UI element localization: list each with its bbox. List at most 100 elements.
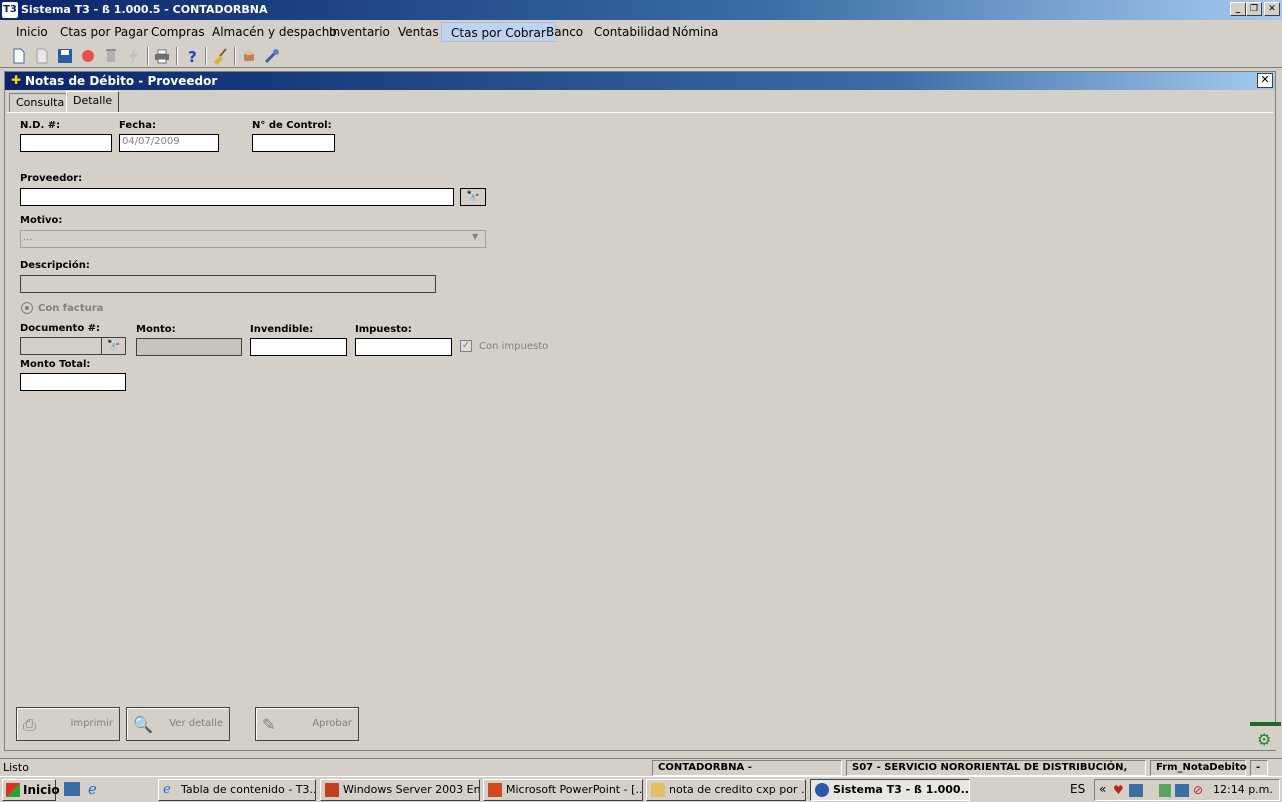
menu-banco[interactable]: Banco bbox=[537, 22, 592, 42]
con-impuesto-label: Con impuesto bbox=[479, 341, 549, 352]
status-text: Listo bbox=[3, 761, 29, 774]
aprobar-button[interactable]: ✎ Aprobar bbox=[255, 707, 359, 741]
language-indicator[interactable]: ES bbox=[1070, 782, 1085, 796]
taskbar-item-label: Tabla de contenido - T3... bbox=[181, 783, 316, 796]
save-icon[interactable] bbox=[56, 47, 74, 65]
ver-detalle-label: Ver detalle bbox=[169, 718, 223, 729]
aprobar-label: Aprobar bbox=[312, 718, 352, 729]
tray-expand-icon[interactable]: « bbox=[1099, 782, 1106, 796]
descripcion-input[interactable] bbox=[20, 275, 436, 293]
invendible-input[interactable] bbox=[250, 338, 347, 356]
tray-security-icon[interactable] bbox=[1159, 784, 1171, 797]
magnifier-icon: 🔍 bbox=[133, 715, 153, 734]
documento-input[interactable] bbox=[20, 337, 102, 355]
internet-explorer-icon[interactable]: ℯ bbox=[88, 780, 97, 798]
descripcion-label: Descripción: bbox=[20, 260, 90, 271]
menu-ventas[interactable]: Ventas bbox=[389, 22, 448, 42]
proveedor-search-button[interactable]: 🔭 bbox=[460, 188, 486, 206]
record-icon[interactable] bbox=[79, 47, 97, 65]
start-button[interactable]: Inicio bbox=[2, 779, 60, 801]
nd-label: N.D. #: bbox=[20, 120, 61, 131]
tray-app-icon[interactable]: ♥ bbox=[1113, 783, 1124, 797]
sistema-t3-icon bbox=[815, 783, 829, 797]
con-factura-radio[interactable] bbox=[21, 302, 33, 314]
binoculars-icon: 🔭 bbox=[106, 339, 121, 352]
menu-inventario[interactable]: Inventario bbox=[320, 22, 399, 42]
tab-detalle[interactable]: Detalle bbox=[66, 91, 120, 112]
ver-detalle-button[interactable]: 🔍 Ver detalle bbox=[126, 707, 230, 741]
nd-input[interactable] bbox=[20, 134, 112, 152]
documento-label: Documento #: bbox=[20, 323, 101, 334]
internet-explorer-icon: ℯ bbox=[163, 782, 171, 797]
toolbar: ? bbox=[0, 44, 1282, 68]
print-icon[interactable] bbox=[153, 47, 171, 65]
impuesto-input[interactable] bbox=[355, 338, 452, 356]
broom-icon[interactable] bbox=[211, 47, 229, 65]
windows-logo-icon bbox=[6, 783, 20, 797]
new-document-icon[interactable] bbox=[10, 47, 28, 65]
monto-total-input[interactable] bbox=[20, 373, 126, 391]
control-input[interactable] bbox=[252, 134, 335, 152]
chevron-down-icon[interactable]: ▼ bbox=[472, 232, 478, 241]
delete-icon[interactable] bbox=[102, 47, 120, 65]
monto-input[interactable] bbox=[136, 338, 242, 356]
fecha-input[interactable]: 04/07/2009 bbox=[119, 134, 219, 152]
taskbar-item[interactable]: Windows Server 2003 En... bbox=[320, 779, 480, 801]
imprimir-label: Imprimir bbox=[70, 718, 113, 729]
child-close-button[interactable]: ✕ bbox=[1257, 73, 1273, 88]
menu-nomina[interactable]: Nómina bbox=[663, 22, 727, 42]
cup-icon[interactable] bbox=[241, 47, 259, 65]
clock[interactable]: 12:14 p.m. bbox=[1213, 783, 1273, 796]
gear-icon: ⚙ bbox=[1257, 730, 1272, 749]
open-icon[interactable] bbox=[33, 47, 51, 65]
motivo-select[interactable]: ... bbox=[20, 230, 486, 248]
documento-search-button[interactable]: 🔭 bbox=[101, 337, 126, 355]
status-company: S07 - SERVICIO NORORIENTAL DE DISTRIBUCI… bbox=[846, 760, 1146, 787]
tab-consulta[interactable]: Consulta bbox=[9, 93, 72, 112]
taskbar-item[interactable]: ℯ Tabla de contenido - T3... bbox=[158, 779, 316, 801]
motivo-label: Motivo: bbox=[20, 215, 63, 226]
app-icon: T3 bbox=[2, 2, 18, 18]
svg-text:?: ? bbox=[188, 48, 197, 65]
monto-label: Monto: bbox=[136, 324, 176, 335]
monto-total-label: Monto Total: bbox=[20, 359, 91, 370]
window-title: Sistema T3 - ß 1.000.5 - CONTADORBNA bbox=[21, 3, 268, 16]
proveedor-input[interactable] bbox=[20, 188, 454, 206]
powerpoint-icon bbox=[488, 783, 502, 797]
menu-inicio[interactable]: Inicio bbox=[7, 22, 57, 42]
detail-panel bbox=[7, 112, 1273, 748]
toolbar-separator bbox=[234, 47, 236, 65]
minimize-button[interactable]: _ bbox=[1230, 2, 1246, 16]
taskbar-item[interactable]: Microsoft PowerPoint - [... bbox=[483, 779, 643, 801]
settings-widget[interactable]: ⚙ bbox=[1250, 722, 1281, 750]
taskbar-item-label: Microsoft PowerPoint - [... bbox=[506, 783, 643, 796]
taskbar-item-label: Sistema T3 - ß 1.000.... bbox=[833, 783, 970, 796]
status-extra: - bbox=[1250, 760, 1268, 776]
virtual-machine-icon bbox=[325, 783, 339, 797]
taskbar-item-label: Windows Server 2003 En... bbox=[343, 783, 480, 796]
status-bar: Listo CONTADORBNA - YOSMAS,SABINO S07 - … bbox=[0, 758, 1282, 787]
tray-network-icon[interactable] bbox=[1129, 784, 1143, 797]
status-form: Frm_NotaDebito bbox=[1150, 760, 1247, 776]
tray-volume-muted-icon[interactable]: ⊘ bbox=[1193, 783, 1203, 797]
imprimir-button[interactable]: ⎙ Imprimir bbox=[16, 707, 120, 741]
system-tray: « ♥ ⊘ 12:14 p.m. bbox=[1094, 779, 1280, 801]
taskbar-item-label: nota de credito cxp por ... bbox=[669, 783, 806, 796]
toolbar-separator bbox=[147, 47, 149, 65]
con-impuesto-checkbox[interactable]: ✓ bbox=[460, 340, 472, 352]
restore-button[interactable]: ❐ bbox=[1246, 2, 1262, 16]
tray-monitor-icon[interactable] bbox=[1175, 784, 1189, 797]
tools-icon[interactable] bbox=[263, 47, 281, 65]
child-title: Notas de Débito - Proveedor bbox=[25, 74, 218, 88]
child-title-bar: ✚ Notas de Débito - Proveedor ✕ bbox=[5, 72, 1275, 90]
taskbar-item[interactable]: nota de credito cxp por ... bbox=[646, 779, 806, 801]
con-factura-label: Con factura bbox=[38, 303, 104, 314]
taskbar-item-active[interactable]: Sistema T3 - ß 1.000.... bbox=[810, 779, 970, 801]
show-desktop-icon[interactable] bbox=[64, 782, 80, 796]
print-icon: ⎙ bbox=[23, 715, 36, 734]
toolbar-separator bbox=[205, 47, 207, 65]
toolbar-separator bbox=[176, 47, 178, 65]
lightning-icon[interactable] bbox=[125, 47, 143, 65]
close-button[interactable]: ✕ bbox=[1264, 2, 1280, 16]
help-icon[interactable]: ? bbox=[183, 47, 201, 65]
